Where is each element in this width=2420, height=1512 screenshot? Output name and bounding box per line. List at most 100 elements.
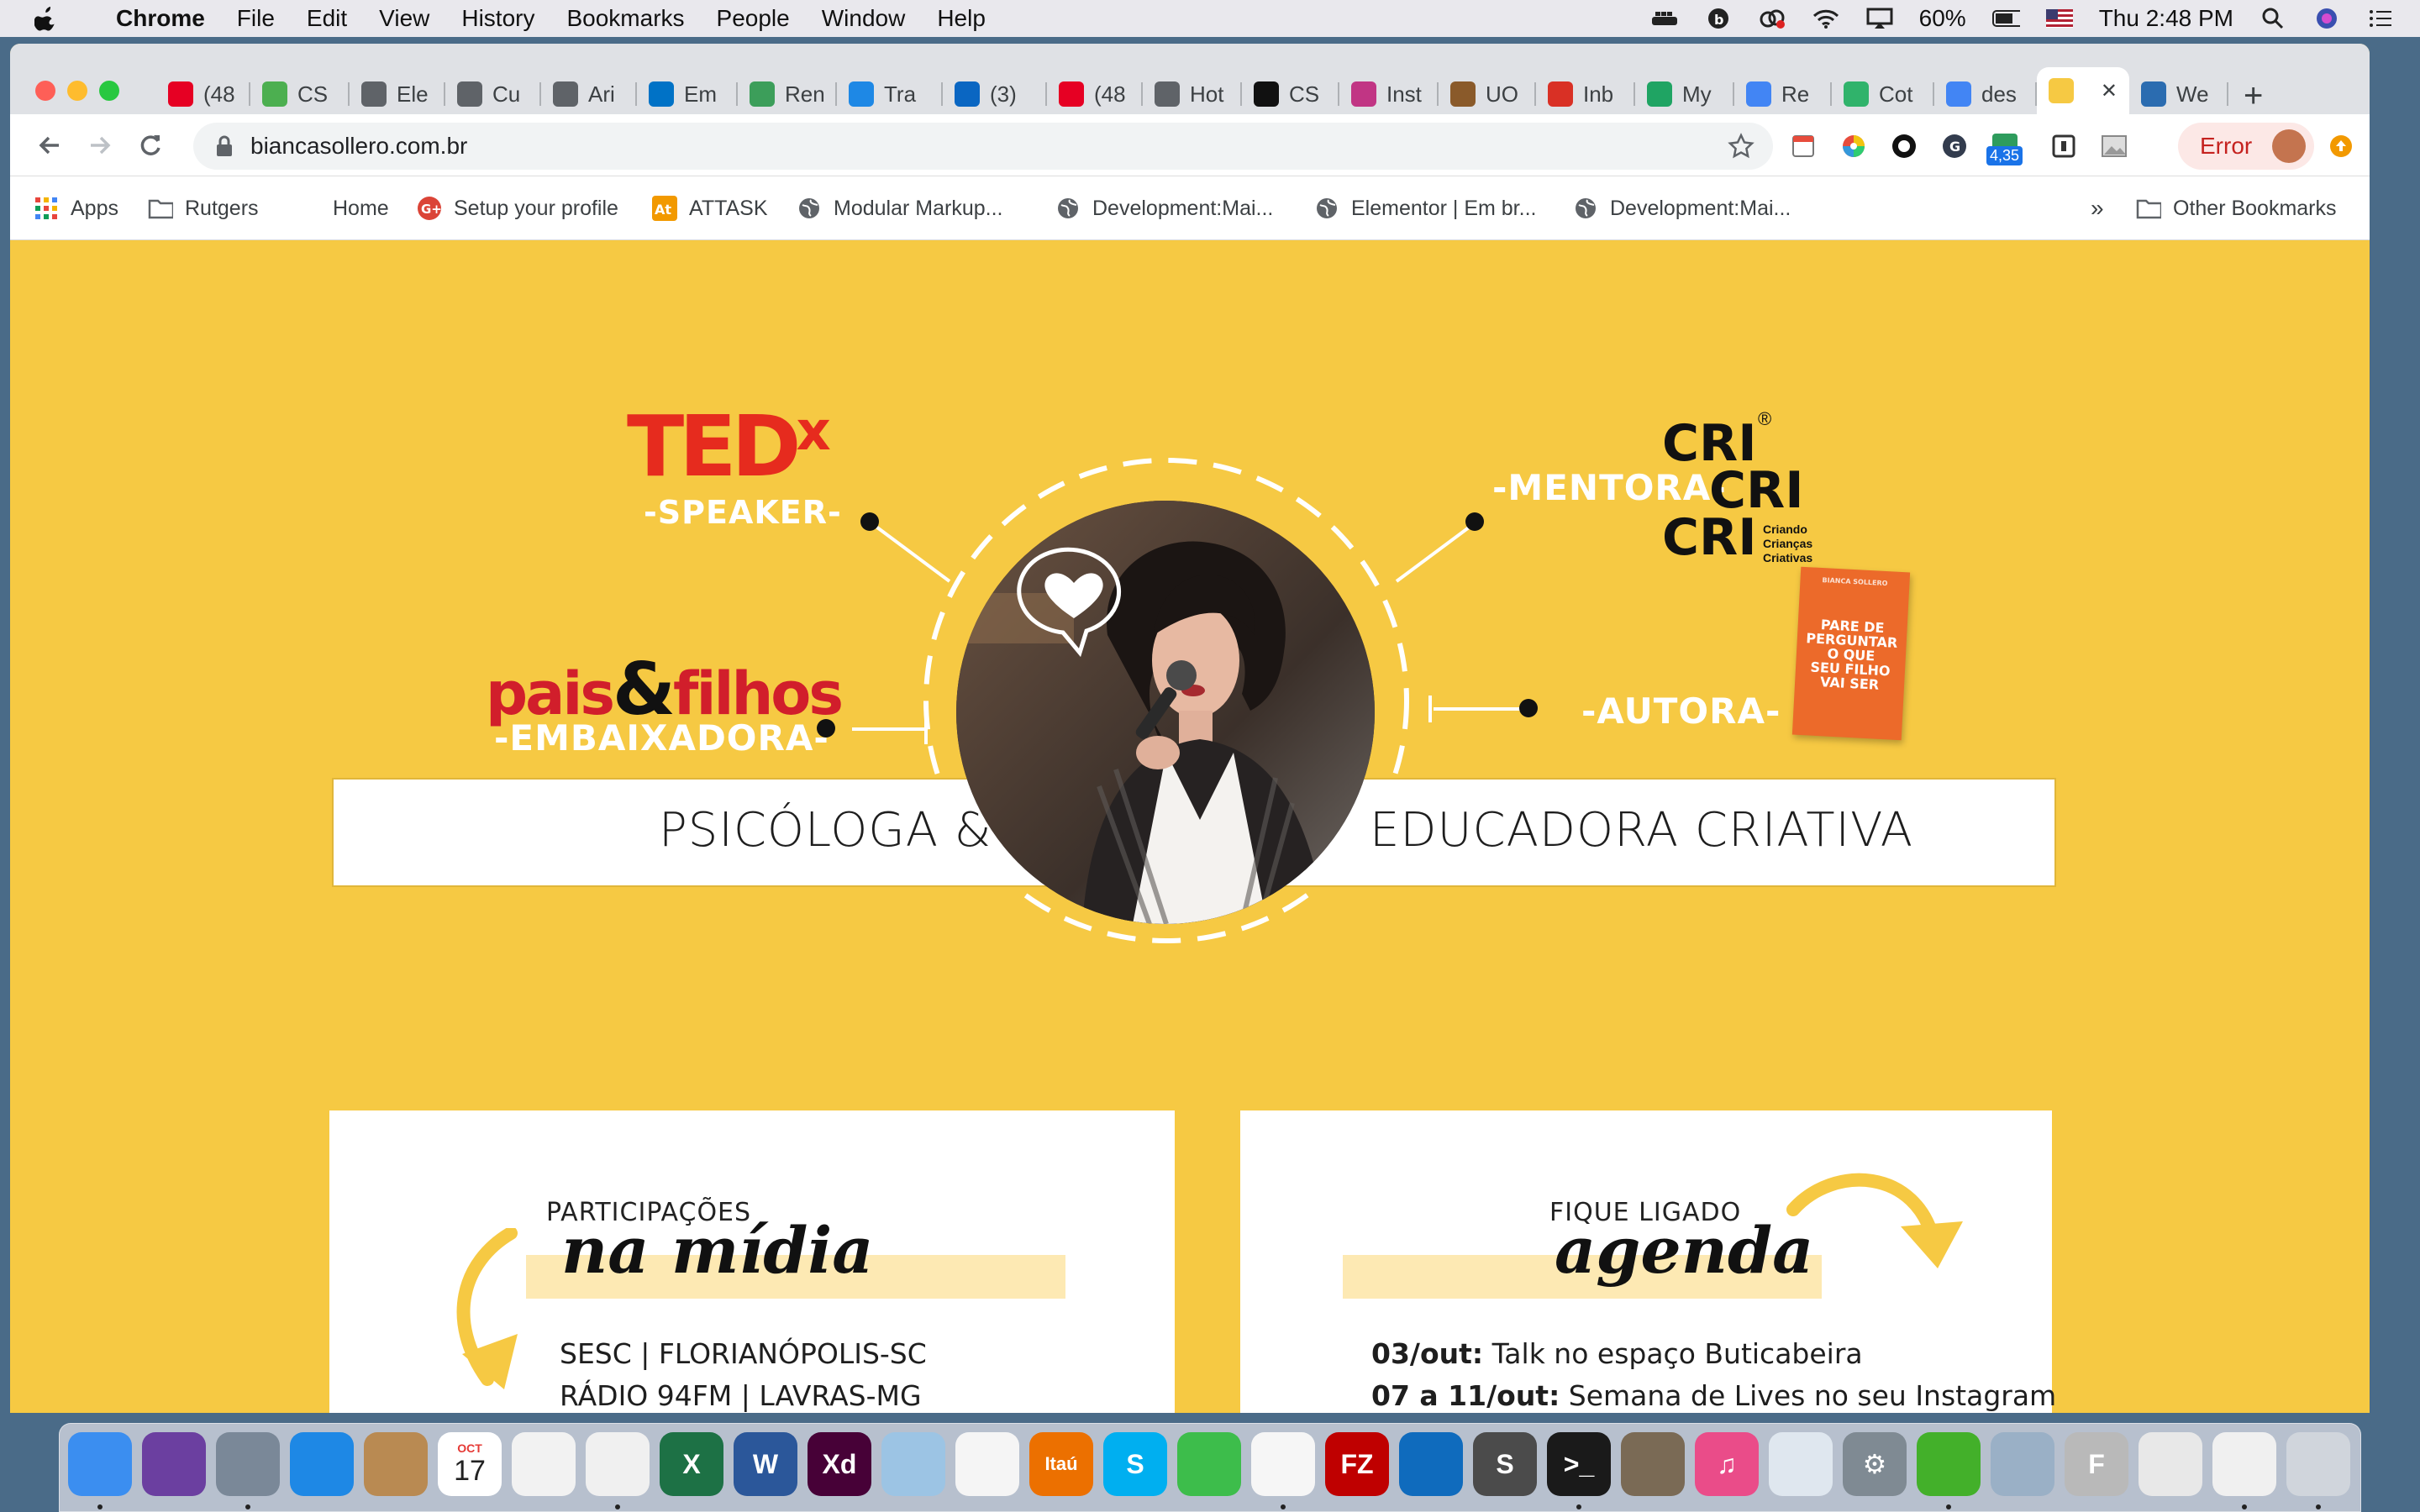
airplay-icon[interactable] <box>1865 7 1894 30</box>
new-tab-button[interactable]: + <box>2244 77 2263 115</box>
bookmarks-overflow-chevron[interactable]: » <box>2091 193 2104 223</box>
filezilla-icon[interactable]: FZ <box>1325 1432 1389 1496</box>
preview-icon[interactable] <box>881 1432 945 1496</box>
bookmark-elementor[interactable]: Elementor | Em br... <box>1314 193 1536 223</box>
close-tab-icon[interactable]: ✕ <box>2101 79 2118 103</box>
calendar-icon[interactable]: OCT 17 <box>438 1432 502 1496</box>
menu-help[interactable]: Help <box>937 5 986 32</box>
vscode-icon[interactable] <box>1399 1432 1463 1496</box>
us-flag-icon[interactable] <box>2045 7 2074 30</box>
close-window-button[interactable] <box>35 81 55 101</box>
zoom-window-button[interactable] <box>99 81 119 101</box>
image-capture-icon[interactable] <box>1991 1432 2054 1496</box>
wifi-icon[interactable] <box>1812 7 1840 30</box>
menu-view[interactable]: View <box>379 5 429 32</box>
browser-tab[interactable]: My <box>1635 74 1734 114</box>
xd-icon[interactable]: Xd <box>808 1432 871 1496</box>
tab-saver-extension-icon[interactable] <box>2047 129 2081 163</box>
browser-tab[interactable]: Hot <box>1143 74 1242 114</box>
itunes-icon[interactable]: ♫ <box>1695 1432 1759 1496</box>
chrome-icon[interactable] <box>586 1432 650 1496</box>
spotlight-search-icon[interactable] <box>2259 7 2287 30</box>
launchpad-icon[interactable] <box>216 1432 280 1496</box>
circle-extension-icon[interactable] <box>1887 129 1921 163</box>
forward-arrow-icon[interactable] <box>84 129 116 161</box>
battery-icon[interactable] <box>1991 7 2020 30</box>
browser-tab[interactable]: ✕ <box>2037 67 2129 114</box>
browser-tab[interactable]: Re <box>1734 74 1832 114</box>
safari-icon[interactable] <box>290 1432 354 1496</box>
facetime-icon[interactable] <box>1177 1432 1241 1496</box>
browser-tab[interactable]: CS <box>250 74 350 114</box>
bookmark-star-icon[interactable] <box>1728 133 1754 160</box>
evernote-icon[interactable] <box>1917 1432 1981 1496</box>
browser-tab[interactable]: Ari <box>541 74 637 114</box>
siri-icon[interactable] <box>142 1432 206 1496</box>
update-indicator-icon[interactable] <box>2324 129 2358 163</box>
browser-tab[interactable]: Inst <box>1339 74 1439 114</box>
agenda-item-1[interactable]: 03/out: Talk no espaço Buticabeira <box>1371 1337 1863 1370</box>
browser-tab[interactable]: Tra <box>837 74 943 114</box>
bookmark-attask[interactable]: At ATTASK <box>652 193 768 223</box>
browser-tab[interactable]: des <box>1934 74 2037 114</box>
browser-tab[interactable]: Ren <box>738 74 837 114</box>
profile-error-button[interactable]: Error <box>2178 123 2314 170</box>
siri-icon[interactable] <box>2312 7 2341 30</box>
browser-tab[interactable]: Cot <box>1832 74 1934 114</box>
browser-tab[interactable]: (48 <box>156 74 250 114</box>
browser-tab[interactable]: Cu <box>445 74 541 114</box>
reminders-icon[interactable] <box>512 1432 576 1496</box>
menu-bookmarks[interactable]: Bookmarks <box>566 5 684 32</box>
bookmark-apps[interactable]: Apps <box>34 193 118 223</box>
browser-tab[interactable]: We <box>2129 74 2228 114</box>
notification-center-icon[interactable] <box>2366 7 2395 30</box>
extension-page-icon[interactable] <box>1786 129 1820 163</box>
photos-icon[interactable] <box>955 1432 1019 1496</box>
browser-tab[interactable]: UO <box>1439 74 1536 114</box>
terminal-icon[interactable]: >_ <box>1547 1432 1611 1496</box>
browser-tab[interactable]: Inb <box>1536 74 1635 114</box>
menu-file[interactable]: File <box>237 5 275 32</box>
ghostery-extension-icon[interactable]: G <box>1938 129 1971 163</box>
apple-menu-icon[interactable] <box>34 4 59 33</box>
textedit-icon[interactable] <box>1251 1432 1315 1496</box>
bookmark-home[interactable]: Home <box>333 193 389 223</box>
window-thumbnail-icon[interactable] <box>2212 1432 2276 1496</box>
media-item-sesc[interactable]: SESC | FLORIANÓPOLIS-SC <box>560 1337 927 1370</box>
menu-window[interactable]: Window <box>822 5 906 32</box>
color-picker-extension-icon[interactable] <box>1837 129 1870 163</box>
clock[interactable]: Thu 2:48 PM <box>2099 5 2233 32</box>
docker-icon[interactable] <box>1650 7 1679 30</box>
bookmark-other-bookmarks[interactable]: Other Bookmarks <box>2136 193 2337 223</box>
menu-history[interactable]: History <box>461 5 534 32</box>
gimp-icon[interactable] <box>1621 1432 1685 1496</box>
menu-app-name[interactable]: Chrome <box>116 5 205 32</box>
fontbook-icon[interactable]: F <box>2065 1432 2128 1496</box>
excel-icon[interactable]: X <box>660 1432 723 1496</box>
address-bar[interactable]: biancasollero.com.br <box>193 123 1773 170</box>
back-arrow-icon[interactable] <box>34 129 66 161</box>
skype-icon[interactable]: S <box>1103 1432 1167 1496</box>
bookmark-rutgers[interactable]: Rutgers <box>148 193 259 223</box>
url-text[interactable]: biancasollero.com.br <box>250 133 467 160</box>
reload-icon[interactable] <box>134 129 166 161</box>
menu-people[interactable]: People <box>717 5 790 32</box>
bookmark-setup-profile[interactable]: G+ Setup your profile <box>417 193 618 223</box>
contacts-icon[interactable] <box>364 1432 428 1496</box>
word-icon[interactable]: W <box>734 1432 797 1496</box>
browser-tab[interactable]: (48 <box>1047 74 1143 114</box>
badge-extension-icon[interactable]: 4,35 <box>1986 129 2023 165</box>
creative-cloud-icon[interactable] <box>1758 7 1786 30</box>
system-preferences-icon[interactable]: ⚙ <box>1843 1432 1907 1496</box>
trash-icon[interactable] <box>2286 1432 2350 1496</box>
agenda-item-2[interactable]: 07 a 11/out: Semana de Lives no seu Inst… <box>1371 1379 2056 1412</box>
sequel-pro-icon[interactable] <box>1769 1432 1833 1496</box>
bookmark-development-2[interactable]: Development:Mai... <box>1573 193 1791 223</box>
browser-tab[interactable]: Em <box>637 74 738 114</box>
sublime-icon[interactable]: S <box>1473 1432 1537 1496</box>
document-icon[interactable] <box>2139 1432 2202 1496</box>
browser-tab[interactable]: (3) <box>943 74 1047 114</box>
browser-tab[interactable]: Ele <box>350 74 445 114</box>
minimize-window-button[interactable] <box>67 81 87 101</box>
image-extension-icon[interactable] <box>2097 129 2131 163</box>
